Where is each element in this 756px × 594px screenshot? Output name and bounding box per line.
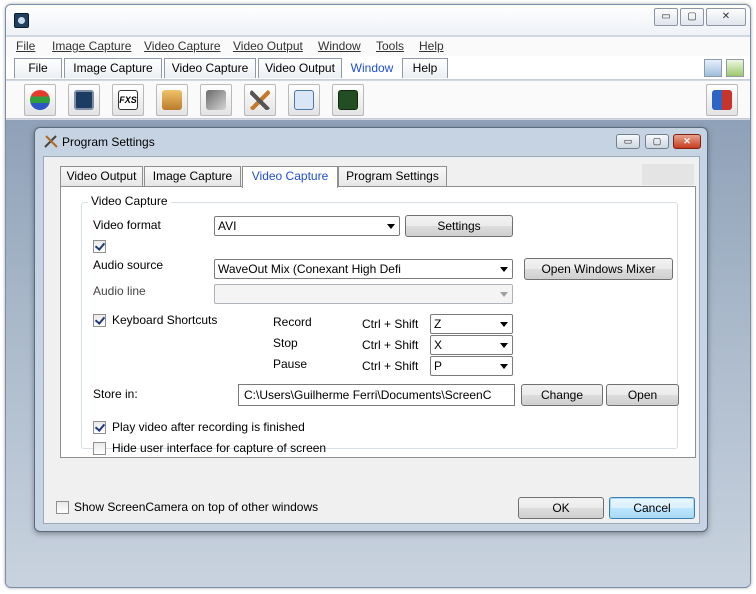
dialog-body: Video Output Image Capture Video Capture… xyxy=(43,156,700,524)
tab-strip-spacer xyxy=(642,164,694,185)
shortcut-record-label: Record xyxy=(273,315,312,329)
app-tab-strip: File Image Capture Video Capture Video O… xyxy=(6,56,750,80)
cancel-button[interactable]: Cancel xyxy=(609,497,695,519)
tools-icon xyxy=(44,135,58,148)
menubar: File Image Capture Video Capture Video O… xyxy=(6,37,750,56)
menu-help[interactable]: Help xyxy=(419,39,444,53)
open-folder-button[interactable]: Open xyxy=(606,384,679,406)
image-capture-icon[interactable] xyxy=(156,84,188,116)
hide-ui-checkbox[interactable] xyxy=(93,442,106,455)
shortcut-record-key: Z xyxy=(434,317,442,331)
dialog-title: Program Settings xyxy=(62,135,155,149)
help-globe-icon[interactable] xyxy=(704,59,722,77)
app-minimize-button[interactable]: ▭ xyxy=(654,8,678,26)
audio-source-select[interactable]: WaveOut Mix (Conexant High Defi xyxy=(214,259,513,279)
monitor-icon[interactable] xyxy=(68,84,100,116)
shortcut-pause-modifier: Ctrl + Shift xyxy=(362,359,419,373)
tab-program-settings[interactable]: Program Settings xyxy=(338,166,447,187)
hide-ui-label: Hide user interface for capture of scree… xyxy=(112,441,327,455)
chevron-down-icon xyxy=(387,224,395,229)
on-top-label: Show ScreenCamera on top of other window… xyxy=(74,500,319,514)
play-after-checkbox[interactable] xyxy=(93,421,106,434)
settings-button[interactable]: Settings xyxy=(405,215,513,237)
keyboard-shortcuts-label: Keyboard Shortcuts xyxy=(112,313,218,327)
chevron-down-icon xyxy=(500,343,508,348)
app-camera-icon xyxy=(14,13,29,28)
tab-video-output[interactable]: Video Output xyxy=(258,58,342,78)
group-title: Video Capture xyxy=(88,194,171,208)
video-capture-icon[interactable] xyxy=(200,84,232,116)
toolbar: FXS xyxy=(6,81,750,119)
shortcut-pause-label: Pause xyxy=(273,357,308,371)
tab-window[interactable]: Window xyxy=(344,58,400,78)
update-icon[interactable] xyxy=(726,59,744,77)
chevron-down-icon xyxy=(500,267,508,272)
audio-enable-checkbox[interactable] xyxy=(93,240,106,253)
program-settings-dialog: Program Settings ▭ ▢ ✕ Video Output Imag… xyxy=(34,127,708,532)
menu-video-capture[interactable]: Video Capture xyxy=(144,39,221,53)
video-format-label: Video format xyxy=(93,218,161,232)
chevron-down-icon xyxy=(500,364,508,369)
menu-video-output[interactable]: Video Output xyxy=(233,39,303,53)
app-maximize-button[interactable]: ▢ xyxy=(680,8,704,26)
dialog-minimize-button[interactable]: ▭ xyxy=(616,134,640,149)
dialog-close-button[interactable]: ✕ xyxy=(673,134,701,149)
tab-video-capture[interactable]: Video Capture xyxy=(242,166,338,188)
keyboard-shortcuts-checkbox[interactable] xyxy=(93,314,106,327)
shortcut-stop-key: X xyxy=(434,338,443,352)
on-top-checkbox[interactable] xyxy=(56,501,69,514)
shortcut-pause-key-select[interactable]: P xyxy=(430,356,513,376)
store-in-path-field[interactable]: C:\Users\Guilherme Ferri\Documents\Scree… xyxy=(238,384,515,406)
chevron-down-icon xyxy=(500,292,508,297)
video-format-value: AVI xyxy=(218,219,237,233)
ok-button[interactable]: OK xyxy=(518,497,604,519)
play-after-label: Play video after recording is finished xyxy=(112,420,305,434)
app-close-button[interactable]: ✕ xyxy=(706,8,746,26)
tab-help[interactable]: Help xyxy=(402,58,448,78)
chevron-down-icon xyxy=(500,322,508,327)
audio-line-label: Audio line xyxy=(93,284,146,298)
video-format-select[interactable]: AVI xyxy=(214,216,400,236)
change-folder-button[interactable]: Change xyxy=(521,384,603,406)
shortcut-record-modifier: Ctrl + Shift xyxy=(362,317,419,331)
menu-image-capture[interactable]: Image Capture xyxy=(52,39,131,53)
layers-icon[interactable] xyxy=(24,84,56,116)
tab-video-output[interactable]: Video Output xyxy=(60,166,143,187)
open-windows-mixer-button[interactable]: Open Windows Mixer xyxy=(524,258,673,280)
shortcut-stop-modifier: Ctrl + Shift xyxy=(362,338,419,352)
tab-image-capture[interactable]: Image Capture xyxy=(64,58,162,78)
shortcut-pause-key: P xyxy=(434,359,443,373)
tab-image-capture[interactable]: Image Capture xyxy=(144,166,241,187)
video-capture-panel: Video Capture Video format AVI Settings … xyxy=(60,186,696,458)
store-in-label: Store in: xyxy=(93,387,138,401)
audio-source-label: Audio source xyxy=(93,258,164,272)
menu-tools[interactable]: Tools xyxy=(376,39,404,53)
menu-window[interactable]: Window xyxy=(318,39,361,53)
app-titlebar[interactable]: ▭ ▢ ✕ xyxy=(6,5,750,35)
shortcut-stop-label: Stop xyxy=(273,336,298,350)
menu-file[interactable]: File xyxy=(16,39,35,53)
audio-source-value: WaveOut Mix (Conexant High Defi xyxy=(218,262,401,276)
shortcut-stop-key-select[interactable]: X xyxy=(430,335,513,355)
tab-file[interactable]: File xyxy=(14,58,62,78)
shortcut-record-key-select[interactable]: Z xyxy=(430,314,513,334)
tools-icon[interactable] xyxy=(244,84,276,116)
dialog-maximize-button[interactable]: ▢ xyxy=(645,134,669,149)
windows-icon[interactable] xyxy=(288,84,320,116)
tab-video-capture[interactable]: Video Capture xyxy=(164,58,256,78)
exit-door-icon[interactable] xyxy=(706,84,738,116)
fxs-effects-icon[interactable]: FXS xyxy=(112,84,144,116)
audio-line-select[interactable] xyxy=(214,284,513,304)
audio-meter-icon[interactable] xyxy=(332,84,364,116)
